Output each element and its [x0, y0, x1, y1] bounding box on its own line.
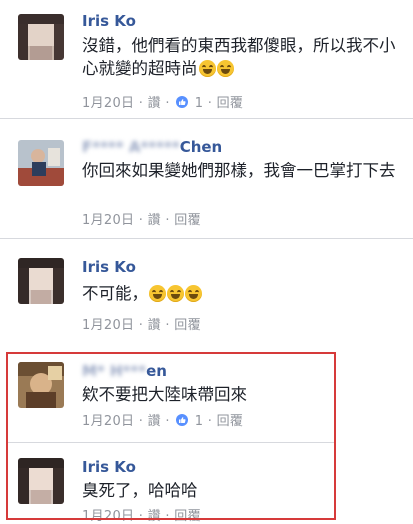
rofl-emoji-icon — [167, 285, 184, 302]
comment-text-body: 不可能， — [82, 284, 148, 303]
commenter-name[interactable]: M* H***en — [82, 362, 167, 380]
comment-text: 你回來如果變她們那樣，我會一巴掌打下去 — [82, 161, 396, 180]
comment-item: Iris Ko 沒錯，他們看的東西我都傻眼，所以我不小心就變的超時尚 1月20日… — [0, 0, 413, 119]
like-link[interactable]: 讚 — [148, 414, 161, 429]
comment-date[interactable]: 1月20日 — [82, 318, 134, 333]
comment-meta: 1月20日 · 讚 · 1 · 回覆 — [82, 96, 244, 111]
comment-item: Iris Ko 不可能， 1月20日 · 讚 · 回覆 — [0, 238, 413, 344]
comment-text: 不可能， — [82, 282, 398, 305]
comment-date[interactable]: 1月20日 — [82, 509, 134, 524]
comment-item: Iris Ko 臭死了，哈哈哈 1月20日 · 讚 · 回覆 — [8, 442, 334, 524]
laughing-tears-emoji-icon — [216, 60, 234, 77]
rofl-emoji-icon — [185, 285, 202, 302]
commenter-name-redacted: F**** A***** — [82, 138, 180, 156]
avatar[interactable] — [18, 258, 64, 304]
comment-date[interactable]: 1月20日 — [82, 213, 134, 228]
rofl-emoji-icon — [149, 285, 166, 302]
comment-date[interactable]: 1月20日 — [82, 414, 134, 429]
commenter-name[interactable]: Iris Ko — [82, 258, 136, 276]
comment-meta: 1月20日 · 讚 · 1 · 回覆 — [82, 414, 244, 429]
comment-text: 臭死了，哈哈哈 — [82, 481, 198, 500]
comment-meta: 1月20日 · 讚 · 回覆 — [82, 509, 201, 524]
reply-link[interactable]: 回覆 — [174, 318, 201, 333]
like-link[interactable]: 讚 — [148, 96, 161, 111]
like-link[interactable]: 讚 — [148, 213, 161, 228]
avatar[interactable] — [18, 14, 64, 60]
comment-thread: Iris Ko 沒錯，他們看的東西我都傻眼，所以我不小心就變的超時尚 1月20日… — [0, 0, 413, 524]
reply-link[interactable]: 回覆 — [174, 509, 201, 524]
laughing-tears-emoji-icon — [198, 60, 216, 77]
comment-item: M* H***en 欸不要把大陸味帶回來 1月20日 · 讚 · 1 · 回覆 — [8, 352, 334, 443]
like-thumb-icon — [176, 96, 189, 108]
comment-text-body: 沒錯，他們看的東西我都傻眼，所以我不小心就變的超時尚 — [82, 36, 396, 78]
comment-meta: 1月20日 · 讚 · 回覆 — [82, 213, 201, 228]
like-count[interactable]: 1 — [195, 414, 204, 429]
reply-link[interactable]: 回覆 — [174, 213, 201, 228]
commenter-name-visible: en — [146, 362, 167, 380]
avatar[interactable] — [18, 140, 64, 186]
comment-date[interactable]: 1月20日 — [82, 96, 134, 111]
like-link[interactable]: 讚 — [148, 509, 161, 524]
comment-text: 沒錯，他們看的東西我都傻眼，所以我不小心就變的超時尚 — [82, 34, 398, 80]
reply-link[interactable]: 回覆 — [217, 414, 244, 429]
comment-item: F**** A*****Chen 你回來如果變她們那樣，我會一巴掌打下去 1月2… — [0, 118, 413, 239]
commenter-name[interactable]: Iris Ko — [82, 12, 136, 30]
comment-text: 欸不要把大陸味帶回來 — [82, 385, 247, 404]
like-thumb-icon — [176, 414, 189, 426]
like-count[interactable]: 1 — [195, 96, 204, 111]
commenter-name[interactable]: F**** A*****Chen — [82, 138, 222, 156]
like-link[interactable]: 讚 — [148, 318, 161, 333]
commenter-name-redacted: M* H*** — [82, 362, 147, 380]
comment-meta: 1月20日 · 讚 · 回覆 — [82, 318, 201, 333]
reply-link[interactable]: 回覆 — [217, 96, 244, 111]
commenter-name-visible: Chen — [179, 138, 223, 156]
avatar[interactable] — [18, 362, 64, 408]
avatar[interactable] — [18, 458, 64, 504]
commenter-name[interactable]: Iris Ko — [82, 458, 136, 476]
